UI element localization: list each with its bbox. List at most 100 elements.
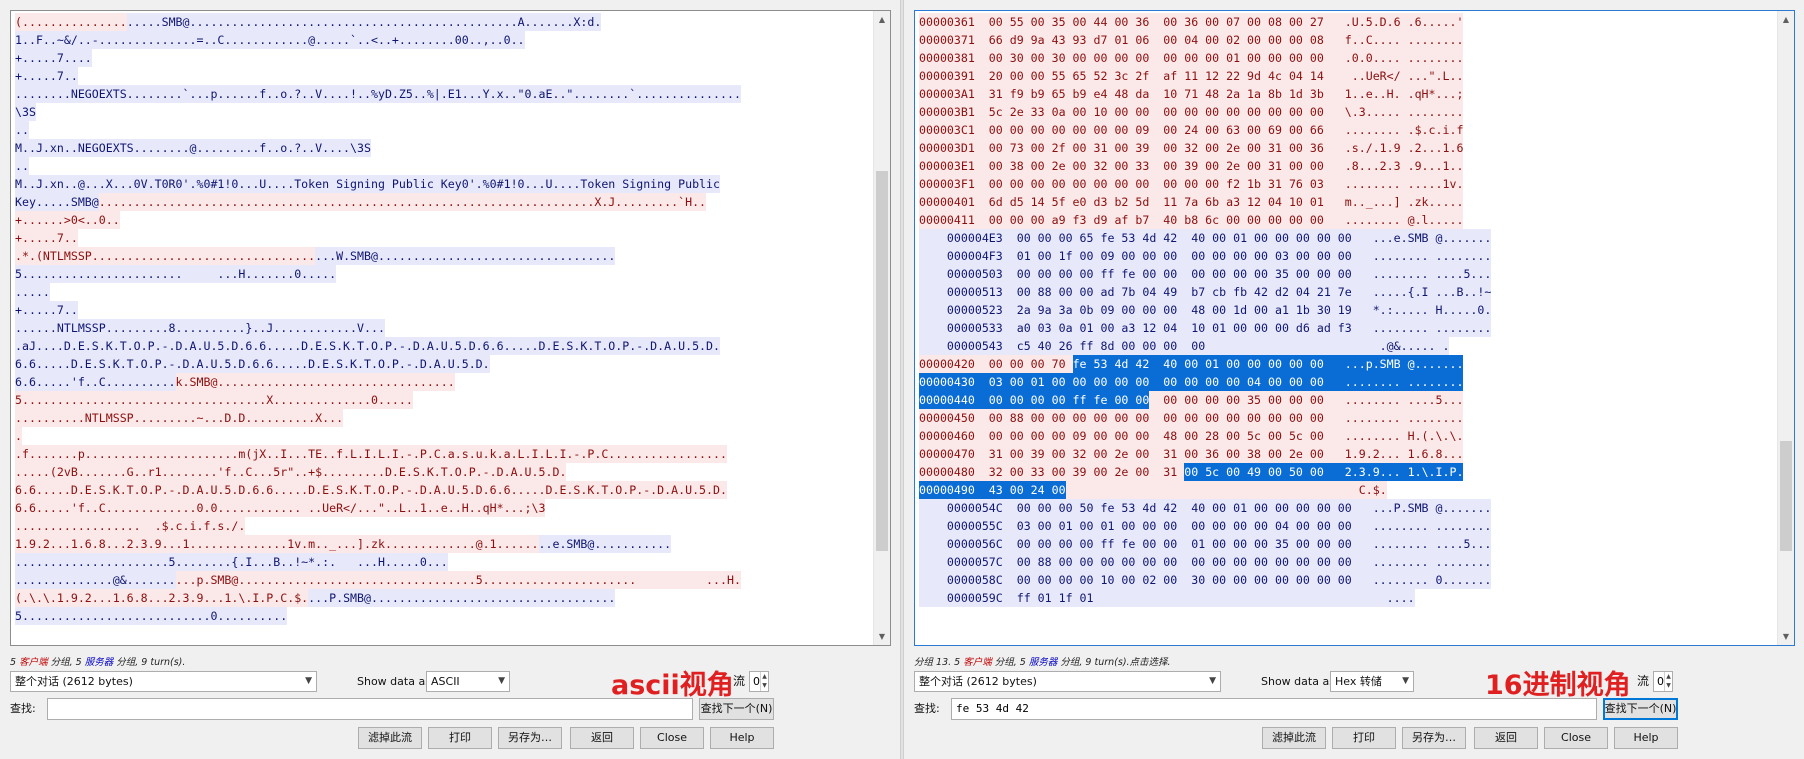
server-data-segment: .aJ....D.E.S.K.T.O.P.-.D.A.U.5.D.6.6....… xyxy=(15,337,720,355)
stream-content-area[interactable]: (....................SMB@...............… xyxy=(10,10,891,646)
stream-line: \3S xyxy=(15,103,872,121)
client-data-segment: 000003D1 00 73 00 2f 00 31 00 39 00 32 0… xyxy=(919,139,1464,157)
find-input[interactable] xyxy=(47,698,693,720)
stream-line: 00000503 00 00 00 00 ff fe 00 00 00 00 0… xyxy=(919,265,1776,283)
server-data-segment: 000004E3 00 00 00 65 fe 53 4d 42 40 00 0… xyxy=(919,229,1492,247)
stream-line: 0000059C ff 01 1f 01 .... xyxy=(919,589,1776,607)
stream-line: 6.6.....'f..C..........k.SMB@...........… xyxy=(15,373,872,391)
print-button[interactable]: 打印 xyxy=(428,727,492,749)
server-data-segment: 0000056C 00 00 00 00 ff fe 00 00 01 00 0… xyxy=(919,535,1492,553)
stream-line: 000003F1 00 00 00 00 00 00 00 00 00 00 0… xyxy=(919,175,1776,193)
stream-line: 0000056C 00 00 00 00 ff fe 00 00 01 00 0… xyxy=(919,535,1776,553)
follow-stream-ascii-panel: (....................SMB@...............… xyxy=(0,0,900,759)
client-data-segment: .................. .$.c.i.f.s./. xyxy=(15,517,246,535)
client-data-segment: 000003B1 5c 2e 33 0a 00 10 00 00 00 00 0… xyxy=(919,103,1464,121)
server-data-segment: 0000055C 03 00 01 00 01 00 00 00 00 00 0… xyxy=(919,517,1492,535)
client-data-segment: 6.6.....D.E.S.K.T.O.P.-.D.A.U.5.D.6.6...… xyxy=(15,481,727,499)
server-data-segment: M..J.xn..NEGOEXTS........@.........f..o.… xyxy=(15,139,371,157)
stream-line: .*.(NTLMSSP.............................… xyxy=(15,247,872,265)
spinner-arrows-icon[interactable]: ▲ ▼ xyxy=(760,672,768,691)
status-text: 分组, 5 xyxy=(991,657,1029,668)
back-button[interactable]: 返回 xyxy=(1474,727,1538,749)
stream-line: 00000513 00 88 00 00 ad 7b 04 49 b7 cb f… xyxy=(919,283,1776,301)
stream-line: +.....7.... xyxy=(15,49,872,67)
stream-line: 1.9.2...1.6.8...2.3.9...1..............1… xyxy=(15,535,872,553)
stream-line: 5...........................0.......... xyxy=(15,607,872,625)
vertical-scrollbar[interactable]: ▲ ▼ xyxy=(1777,11,1794,645)
conversation-select[interactable]: 整个对话 (2612 bytes) ▼ xyxy=(914,671,1221,692)
scroll-down-arrow-icon[interactable]: ▼ xyxy=(1778,628,1794,645)
stream-content-area[interactable]: 00000361 00 55 00 35 00 44 00 36 00 36 0… xyxy=(914,10,1795,646)
server-data-segment: 5....................... ...H.......0...… xyxy=(15,265,337,283)
close-button[interactable]: Close xyxy=(1544,727,1608,749)
server-data-segment: ..............@&....... xyxy=(15,571,176,589)
scroll-up-arrow-icon[interactable]: ▲ xyxy=(1778,11,1794,28)
client-data-segment: (............... xyxy=(15,13,127,31)
help-button[interactable]: Help xyxy=(1614,727,1678,749)
client-data-segment: ...p.SMB@...............................… xyxy=(175,571,741,589)
show-data-as-select[interactable]: ASCII ▼ xyxy=(426,671,510,692)
scroll-down-arrow-icon[interactable]: ▼ xyxy=(874,628,890,645)
help-button[interactable]: Help xyxy=(710,727,774,749)
save-as-button[interactable]: 另存为… xyxy=(1402,727,1466,749)
stream-number-spinner[interactable]: 0 ▲ ▼ xyxy=(749,671,769,692)
client-data-segment: 00000401 6d d5 14 5f e0 d3 b2 5d 11 7a 6… xyxy=(919,193,1464,211)
client-data-segment: ..........NTLMSSP.........~...D.D.......… xyxy=(15,409,344,427)
client-data-segment: 00000371 66 d9 9a 43 93 d7 01 06 00 04 0… xyxy=(919,31,1464,49)
stream-line: .aJ....D.E.S.K.T.O.P.-.D.A.U.5.D.6.6....… xyxy=(15,337,872,355)
stream-line: 00000391 20 00 00 55 65 52 3c 2f af 11 1… xyxy=(919,67,1776,85)
server-data-segment: ........NEGOEXTS........`...p......f..o.… xyxy=(15,85,741,103)
stream-line: 00000361 00 55 00 35 00 44 00 36 00 36 0… xyxy=(919,13,1776,31)
close-button[interactable]: Close xyxy=(640,727,704,749)
spinner-arrows-icon[interactable]: ▲ ▼ xyxy=(1664,672,1672,691)
status-text: 分组, 5 xyxy=(47,657,85,668)
status-client-label: 客户端 xyxy=(963,657,992,668)
find-input[interactable]: fe 53 4d 42 xyxy=(951,698,1597,720)
server-data-segment: +.....7.... xyxy=(15,49,92,67)
client-data-segment: (.\.\.1.9.2...1.6.8...2.3.9...1.\.I.P.C.… xyxy=(15,589,309,607)
find-input-value: fe 53 4d 42 xyxy=(956,702,1029,715)
conversation-select[interactable]: 整个对话 (2612 bytes) ▼ xyxy=(10,671,317,692)
stream-line: 5...................................X...… xyxy=(15,391,872,409)
stream-line: 00000523 2a 9a 3a 0b 09 00 00 00 48 00 1… xyxy=(919,301,1776,319)
show-data-as-value: Hex 转储 xyxy=(1335,675,1382,688)
stream-lines: 00000361 00 55 00 35 00 44 00 36 00 36 0… xyxy=(919,13,1776,607)
find-next-button[interactable]: 查找下一个(N) xyxy=(1603,698,1678,720)
client-data-segment: 000003C1 00 00 00 00 00 00 00 09 00 24 0… xyxy=(919,121,1464,139)
status-text: 分组, 9 turn(s). xyxy=(113,657,186,668)
stream-line: . xyxy=(15,427,872,445)
status-text: 分组 13. 5 xyxy=(914,657,964,668)
print-button[interactable]: 打印 xyxy=(1332,727,1396,749)
back-button[interactable]: 返回 xyxy=(570,727,634,749)
server-data-segment: 5...........................0.......... xyxy=(15,607,288,625)
client-data-segment: 000003E1 00 38 00 2e 00 32 00 33 00 39 0… xyxy=(919,157,1464,175)
stream-line: 00000440 00 00 00 00 ff fe 00 00 00 00 0… xyxy=(919,391,1776,409)
find-next-button[interactable]: 查找下一个(N) xyxy=(699,698,774,720)
stream-line: 00000470 31 00 39 00 32 00 2e 00 31 00 3… xyxy=(919,445,1776,463)
stream-lines: (....................SMB@...............… xyxy=(15,13,872,625)
scrollbar-thumb[interactable] xyxy=(1780,441,1792,551)
server-data-segment: 0000054C 00 00 00 50 fe 53 4d 42 40 00 0… xyxy=(919,499,1492,517)
filter-out-stream-button[interactable]: 滤掉此流 xyxy=(358,727,422,749)
stream-number-spinner[interactable]: 0 ▲ ▼ xyxy=(1653,671,1673,692)
server-data-segment: 6.6.....'f..C.......... xyxy=(15,373,176,391)
vertical-scrollbar[interactable]: ▲ ▼ xyxy=(873,11,890,645)
status-server-label: 服务器 xyxy=(84,657,114,668)
save-as-button[interactable]: 另存为… xyxy=(498,727,562,749)
client-data-segment: .*.(NTLMSSP.............................… xyxy=(15,247,316,265)
stream-line: ......................5........{.I...B..… xyxy=(15,553,872,571)
stream-line: 0000058C 00 00 00 00 10 00 02 00 30 00 0… xyxy=(919,571,1776,589)
client-data-segment: ........................................… xyxy=(98,193,707,211)
client-data-segment: .f.......p......................m(jX..I.… xyxy=(15,445,727,463)
filter-out-stream-button[interactable]: 滤掉此流 xyxy=(1262,727,1326,749)
client-data-segment: 1.9.2...1.6.8...2.3.9...1..............1… xyxy=(15,535,539,553)
scroll-up-arrow-icon[interactable]: ▲ xyxy=(874,11,890,28)
show-data-as-select[interactable]: Hex 转储 ▼ xyxy=(1330,671,1414,692)
status-server-label: 服务器 xyxy=(1028,657,1058,668)
stream-line: 00000543 c5 40 26 ff 8d 00 00 00 00 .@&.… xyxy=(919,337,1776,355)
stream-line: 000004F3 01 00 1f 00 09 00 00 00 00 00 0… xyxy=(919,247,1776,265)
stream-line: +.....7.. xyxy=(15,229,872,247)
scrollbar-thumb[interactable] xyxy=(876,171,888,551)
server-data-segment: +.....7.. xyxy=(15,67,78,85)
server-data-segment: 00000523 2a 9a 3a 0b 09 00 00 00 48 00 1… xyxy=(919,301,1492,319)
